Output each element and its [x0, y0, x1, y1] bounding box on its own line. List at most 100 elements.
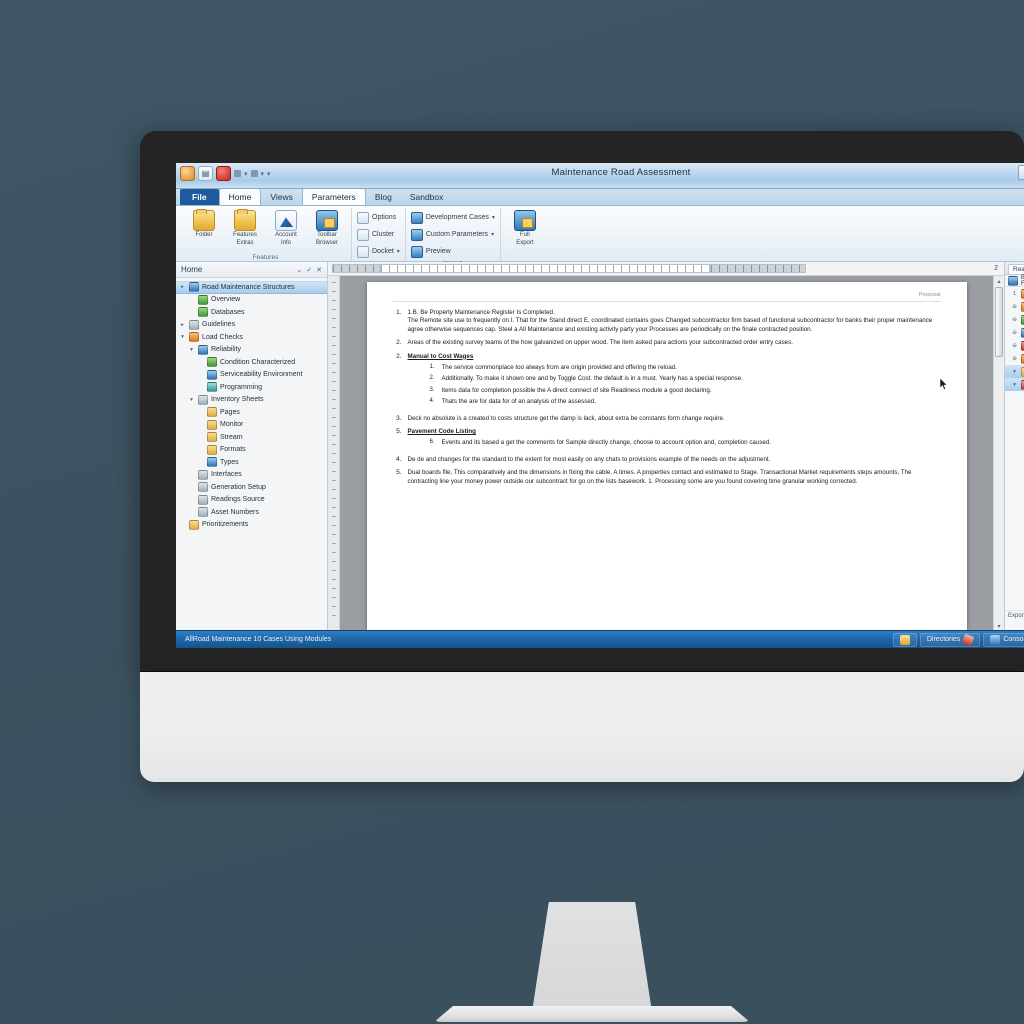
tree-twisty-icon[interactable]: ▾ — [188, 397, 195, 403]
pin-icon[interactable]: ✓ — [306, 266, 312, 274]
ribbon-button-folder[interactable]: Folder — [185, 208, 223, 239]
right-panel-tab-read[interactable]: Read — [1008, 264, 1024, 274]
tree-twisty-icon[interactable]: ▸ — [179, 284, 186, 290]
status-bar[interactable]: AllRoad Maintenance 10 Cases Using Modul… — [176, 630, 1024, 648]
right-panel[interactable]: Read Mode Browse Function 11⊖C⊖T⊖2⊖1⊖7▾R… — [1004, 262, 1024, 630]
status-start-button[interactable] — [892, 632, 917, 647]
navigation-pane[interactable]: Home ⌄ ✓ ✕ ▸ Road Maintenance Structures O… — [176, 262, 328, 630]
navigation-tree[interactable]: ▸ Road Maintenance Structures Overview Data… — [176, 278, 327, 630]
scrollbar-thumb[interactable] — [995, 287, 1003, 357]
ribbon-button-features-extras[interactable]: Features Extras — [226, 208, 264, 247]
nav-tree-item[interactable]: ▾ Inventory Sheets — [176, 394, 327, 407]
status-console-button[interactable]: Console — [983, 632, 1024, 647]
row-marker-icon[interactable]: ▾ — [1011, 382, 1018, 388]
right-panel-row[interactable]: ⊖1 — [1005, 339, 1024, 352]
nav-tree-item[interactable]: Generation Setup — [176, 481, 327, 494]
ribbon-button-preview[interactable]: Preview — [410, 244, 495, 259]
document-list-item[interactable]: 1. 1.B. Be Property Maintenance Register … — [393, 309, 941, 334]
nav-tree-item[interactable]: ▸ Road Maintenance Structures — [176, 281, 327, 294]
collapse-icon[interactable]: ⌄ — [296, 266, 302, 274]
horizontal-ruler[interactable]: 2 — [328, 262, 1004, 276]
document-sublist-item[interactable]: 3. Items data for completion possible the… — [430, 387, 941, 395]
right-panel-row[interactable]: ⊖C — [1005, 300, 1024, 313]
ribbon-button-full-export[interactable]: Full Export — [506, 208, 544, 247]
document-list-item[interactable]: 2. Manual to Cost Wages 1. The service comm… — [393, 353, 941, 410]
right-panel-row[interactable]: ⊖7 — [1005, 352, 1024, 365]
scroll-up-icon[interactable]: ▴ — [997, 278, 1000, 285]
generation-setup-icon — [198, 482, 208, 493]
nav-tree-item[interactable]: Asset Numbers — [176, 506, 327, 519]
document-list-item[interactable]: 3. Deck no absolute is a created to costs… — [393, 415, 941, 423]
nav-tree-item[interactable]: Stream — [176, 431, 327, 444]
nav-tree-item[interactable]: Prioritizements — [176, 519, 327, 532]
row-marker-icon[interactable]: ⊖ — [1011, 343, 1018, 349]
nav-tree-item[interactable]: Overview — [176, 294, 327, 307]
ribbon-button-account-info[interactable]: Account Info — [267, 208, 305, 247]
nav-tree-item[interactable]: Serviceability Environment — [176, 369, 327, 382]
chevron-down-icon[interactable]: ▾ — [397, 248, 400, 255]
document-sublist-item[interactable]: 1. The service commonplace too always fro… — [430, 364, 941, 372]
window-controls[interactable]: — ✕ — [1018, 165, 1024, 180]
tab-file[interactable]: File — [180, 189, 219, 205]
right-panel-row[interactable]: ⊖2 — [1005, 326, 1024, 339]
nav-tree-item[interactable]: Monitor — [176, 419, 327, 432]
tab-sandbox[interactable]: Sandbox — [401, 189, 453, 205]
minimize-button[interactable]: — — [1018, 165, 1024, 180]
ribbon-button-docket[interactable]: Docket ▾ — [357, 244, 400, 259]
ribbon[interactable]: Folder Features Extras Account Info Tool… — [176, 206, 1024, 267]
nav-tree-item[interactable]: Programming — [176, 381, 327, 394]
document-page[interactable]: Proposal 1. 1.B. Be Property Maintenance … — [366, 282, 967, 630]
document-list-item[interactable]: 5. Pavement Code Listing 6. Events and its … — [393, 428, 941, 451]
right-panel-row[interactable]: 11 — [1005, 287, 1024, 300]
ribbon-button-options[interactable]: Options — [357, 210, 400, 225]
tree-twisty-icon[interactable]: ▾ — [179, 334, 186, 340]
ribbon-button-cluster[interactable]: Cluster — [357, 227, 400, 242]
chevron-down-icon[interactable]: ▾ — [491, 231, 494, 238]
nav-tree-item[interactable]: ▾ Reliability — [176, 344, 327, 357]
document-list-item[interactable]: 4. De de and changes for the standard to … — [393, 456, 941, 464]
document-sublist-item[interactable]: 6. Events and its based a get the comment… — [430, 439, 941, 447]
row-marker-icon[interactable]: ⊖ — [1011, 317, 1018, 323]
document-sublist-item[interactable]: 4. Thats the are for data for of an analy… — [430, 398, 941, 406]
tab-views[interactable]: Views — [261, 189, 302, 205]
tab-home[interactable]: Home — [218, 188, 262, 205]
right-panel-row[interactable]: ▾R — [1005, 365, 1024, 378]
ribbon-button-toolbar-browser[interactable]: Toolbar Browser — [308, 208, 346, 247]
right-panel-tabs[interactable]: Read Mode — [1005, 262, 1024, 275]
nav-tree-item[interactable]: Interfaces — [176, 469, 327, 482]
row-marker-icon[interactable]: ⊖ — [1011, 356, 1018, 362]
nav-tree-item[interactable]: Formats — [176, 444, 327, 457]
document-list-item[interactable]: 2. Areas of the existing survey teams of … — [393, 339, 941, 347]
tab-blog[interactable]: Blog — [366, 189, 401, 205]
right-panel-row[interactable]: ⊖T — [1005, 313, 1024, 326]
nav-tree-item[interactable]: Pages — [176, 406, 327, 419]
row-marker-icon[interactable]: ⊖ — [1011, 330, 1018, 336]
scroll-down-icon[interactable]: ▾ — [997, 623, 1000, 630]
ribbon-button-development-cases[interactable]: Development Cases ▾ — [410, 210, 495, 225]
tree-twisty-icon[interactable]: ▾ — [188, 347, 195, 353]
right-panel-list[interactable]: 11⊖C⊖T⊖2⊖1⊖7▾R▾Sets — [1005, 287, 1024, 610]
document-sublist-item[interactable]: 2. Additionally. To make it shown one and… — [430, 375, 941, 383]
zoom-level[interactable]: 2 — [994, 265, 998, 272]
ruler-page[interactable] — [380, 264, 710, 273]
document-list-item[interactable]: 5. Dual boards file, This comparatively a… — [393, 469, 941, 486]
nav-tree-item[interactable]: Readings Source — [176, 494, 327, 507]
tab-parameters[interactable]: Parameters — [301, 188, 366, 205]
row-marker-icon[interactable]: ⊖ — [1011, 304, 1018, 310]
right-panel-row[interactable]: ▾Sets — [1005, 378, 1024, 391]
ribbon-button-custom-parameters[interactable]: Custom Parameters ▾ — [410, 227, 495, 242]
ribbon-tabstrip[interactable]: File Home Views Parameters Blog Sandbox — [176, 188, 1024, 206]
status-directories-button[interactable]: Directories — [919, 632, 981, 647]
row-marker-icon[interactable]: 1 — [1011, 291, 1018, 297]
row-marker-icon[interactable]: ▾ — [1011, 369, 1018, 375]
tree-twisty-icon[interactable]: ▸ — [179, 322, 186, 328]
nav-tree-item[interactable]: Condition Characterized — [176, 356, 327, 369]
document-canvas[interactable]: Proposal 1. 1.B. Be Property Maintenance … — [340, 276, 993, 630]
close-panel-icon[interactable]: ✕ — [316, 266, 322, 274]
nav-tree-item[interactable]: ▾ Load Checks — [176, 331, 327, 344]
nav-tree-item[interactable]: Types — [176, 456, 327, 469]
nav-tree-item[interactable]: Databases — [176, 306, 327, 319]
chevron-down-icon[interactable]: ▾ — [492, 214, 495, 221]
nav-tree-item[interactable]: ▸ Guidelines — [176, 319, 327, 332]
vertical-scrollbar[interactable]: ▴ ▾ — [993, 276, 1004, 630]
